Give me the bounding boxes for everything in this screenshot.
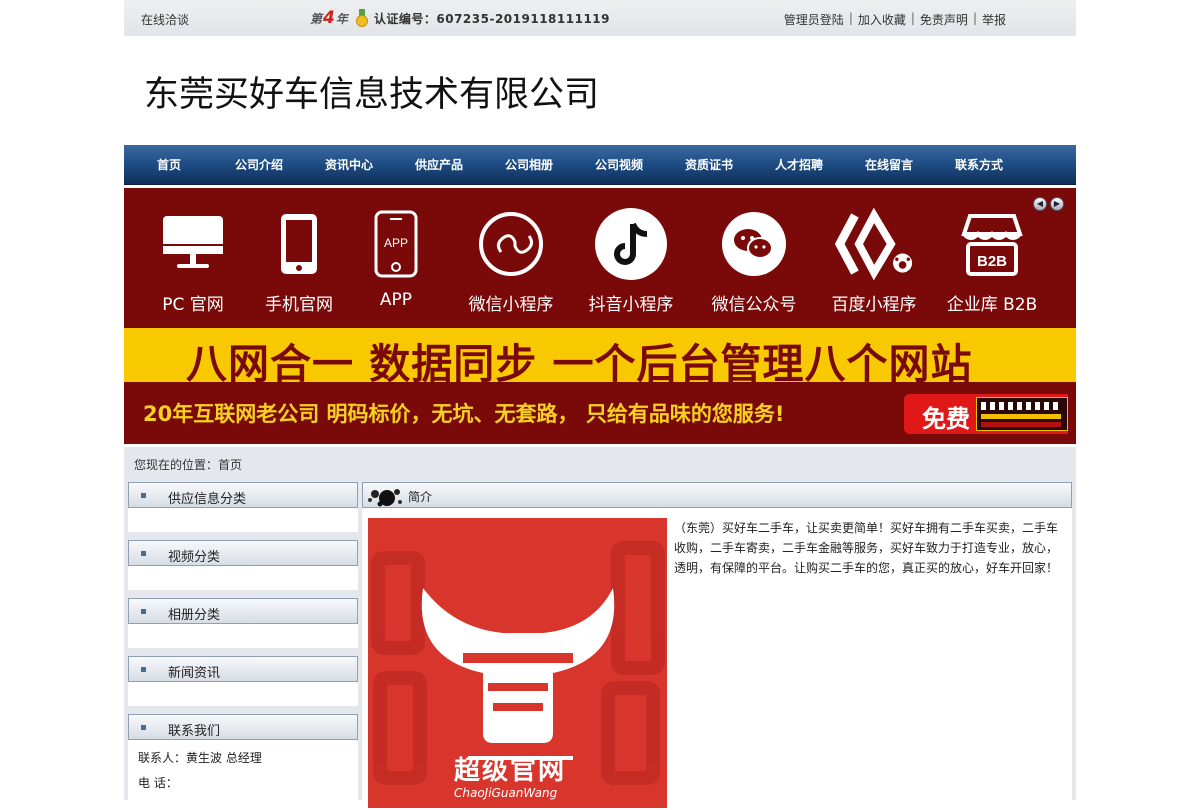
contact-box: 联系我们 联系人：黄生波 总经理 电 话： [128,714,358,802]
tile-label: 抖音小程序 [588,295,674,315]
top-bar: 在线洽谈 第 4 年 认证编号：607235-2019118111119 管理员… [124,0,1076,36]
disclaimer-link[interactable]: 免责声明 [920,11,968,28]
tile-wechat-mini: 微信小程序 [451,208,571,315]
news-header[interactable]: 新闻资讯 [128,656,358,682]
banner-tagline: 八网合一 数据同步 一个后台管理八个网站 [186,340,973,388]
promo-thumbnail [976,397,1068,431]
album-category-header[interactable]: 相册分类 [128,598,358,624]
phone-icon [259,208,339,280]
monitor-icon [153,208,233,280]
contact-details: 联系人：黄生波 总经理 电 话： [128,740,358,802]
tile-pc: PC 官网 [133,208,253,315]
banner-tagline-strip: 八网合一 数据同步 一个后台管理八个网站 [124,328,1076,388]
nav-item-home[interactable]: 首页 [157,156,181,173]
cert-number: 认证编号：607235-2019118111119 [373,11,610,26]
baidu-icon [834,208,914,280]
intro-panel: 简介 超级官网 ChaoJiGuanWang （东莞）买好车二手车，让买卖更简单… [362,482,1072,808]
tile-label: APP [379,290,413,310]
logo-subcaption: ChaoJiGuanWang [454,786,558,800]
divider: | [910,11,915,25]
bullet-icon [141,667,146,672]
intro-header: 简介 [362,482,1072,508]
bullet-icon [141,725,146,730]
tile-b2b: B2B 企业库 B2B [932,208,1052,315]
bullet-icon [141,551,146,556]
section-title: 相册分类 [168,608,221,623]
top-links: 管理员登陆 | 加入收藏 | 免责声明 | 举报 [784,11,1006,28]
tile-label: PC 官网 [162,295,224,315]
main-nav: 首页 公司介绍 资讯中心 供应产品 公司相册 公司视频 资质证书 人才招聘 在线… [124,145,1076,185]
contact-person: 联系人：黄生波 总经理 [138,751,262,765]
content-area: 您现在的位置：首页 供应信息分类 视频分类 相册分类 新闻资讯 联系我们 联系人… [124,447,1076,808]
year-number: 4 [323,8,335,28]
banner[interactable]: ◀ ▶ PC 官网 手机官网 APP APP 微信小程序 抖音小程序 微信公众号… [124,188,1076,444]
logo-caption: 超级官网 [454,756,567,786]
contact-phone: 电 话： [138,776,178,790]
nav-item-news[interactable]: 资讯中心 [325,156,373,173]
tile-baidu: 百度小程序 [814,208,934,315]
bullet-icon [141,609,146,614]
intro-title: 简介 [408,490,433,504]
wechat-icon [714,208,794,280]
supply-category-header[interactable]: 供应信息分类 [128,482,358,508]
year-prefix: 第 [310,11,323,26]
tile-app: APP APP [336,208,456,310]
app-icon: APP [356,208,436,280]
year-suffix: 年 [335,11,348,26]
next-arrow-icon[interactable]: ▶ [1050,197,1064,211]
svg-text:B2B: B2B [977,253,1007,270]
banner-slogan: 20年互联网老公司 明码标价，无坑、无套路， 只给有品味的您服务! [143,402,785,426]
section-title: 新闻资讯 [168,666,221,681]
divider: | [972,11,977,25]
section-title: 视频分类 [168,550,221,565]
page: 在线洽谈 第 4 年 认证编号：607235-2019118111119 管理员… [124,0,1076,808]
store-icon: B2B [952,208,1032,280]
nav-item-jobs[interactable]: 人才招聘 [775,156,823,173]
tile-wechat-official: 微信公众号 [694,208,814,315]
tile-label: 微信公众号 [711,295,797,315]
video-category-header[interactable]: 视频分类 [128,540,358,566]
section-title: 联系我们 [168,724,221,739]
bullet-icon [141,493,146,498]
nav-item-products[interactable]: 供应产品 [415,156,463,173]
medal-icon [355,9,368,27]
company-name: 东莞买好车信息技术有限公司 [144,75,600,115]
certification: 第 4 年 认证编号：607235-2019118111119 [310,9,610,27]
tile-label: 企业库 B2B [946,295,1038,315]
album-category-box: 相册分类 [128,598,358,648]
intro-text: （东莞）买好车二手车，让买卖更简单！买好车拥有二手车买卖，二手车收购，二手车寄卖… [674,521,1059,575]
video-category-box: 视频分类 [128,540,358,590]
news-box: 新闻资讯 [128,656,358,706]
svg-text:APP: APP [384,236,408,250]
tile-label: 百度小程序 [831,295,917,315]
free-badge: 免费 [904,394,1068,434]
company-logo-image: 超级官网 ChaoJiGuanWang [368,518,667,808]
free-label: 免费 [922,405,970,433]
nav-item-contact[interactable]: 联系方式 [955,156,1003,173]
douyin-icon [591,208,671,280]
sidebar: 供应信息分类 视频分类 相册分类 新闻资讯 联系我们 联系人：黄生波 总经理 电… [128,482,358,810]
admin-login-link[interactable]: 管理员登陆 [784,11,844,28]
mini-program-icon [471,208,551,280]
nav-item-album[interactable]: 公司相册 [505,156,553,173]
online-chat-link[interactable]: 在线洽谈 [141,11,189,28]
nav-item-video[interactable]: 公司视频 [595,156,643,173]
report-link[interactable]: 举报 [982,11,1006,28]
nav-item-about[interactable]: 公司介绍 [235,156,283,173]
nav-item-certificates[interactable]: 资质证书 [685,156,733,173]
breadcrumb: 您现在的位置：首页 [134,458,243,472]
nav-item-message[interactable]: 在线留言 [865,156,913,173]
add-favorite-link[interactable]: 加入收藏 [858,11,906,28]
contact-header[interactable]: 联系我们 [128,714,358,740]
divider: | [848,11,853,25]
supply-category-box: 供应信息分类 [128,482,358,532]
section-title: 供应信息分类 [168,492,247,507]
ink-splash-icon [368,489,402,507]
tile-douyin: 抖音小程序 [571,208,691,315]
tile-label: 微信小程序 [468,295,554,315]
